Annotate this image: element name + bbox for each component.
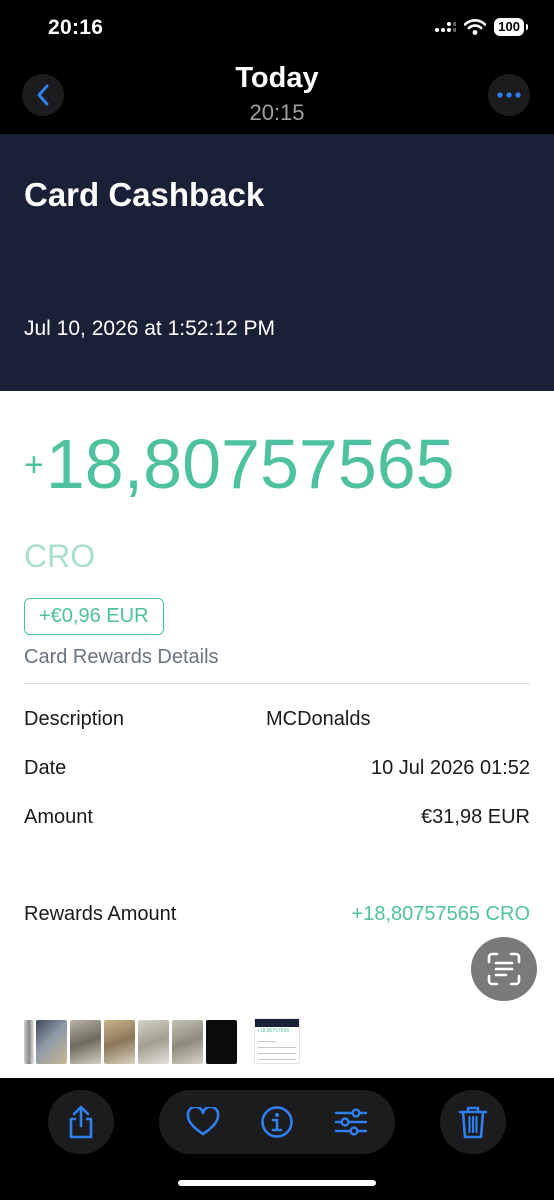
- thumbnail[interactable]: [138, 1020, 169, 1064]
- thumbnail[interactable]: [206, 1020, 237, 1064]
- status-time: 20:16: [48, 16, 104, 39]
- thumbnail[interactable]: [24, 1020, 34, 1064]
- thumbnail-preview-amount: +18,80757565: [257, 1028, 290, 1034]
- fiat-value-badge: +€0,96 EUR: [24, 598, 164, 635]
- thumbnail-preview-line: [258, 1041, 276, 1042]
- wifi-icon: [464, 19, 487, 35]
- detail-value: 10 Jul 2026 01:52: [370, 757, 530, 779]
- ellipsis-icon: [497, 92, 521, 98]
- divider: [24, 683, 530, 684]
- header-title: Today: [235, 62, 319, 94]
- reward-amount: + 18,80757565: [24, 424, 455, 504]
- receipt-datetime: Jul 10, 2026 at 1:52:12 PM: [24, 317, 276, 340]
- live-text-scan-icon: [487, 952, 521, 986]
- detail-label: Rewards Amount: [24, 903, 177, 925]
- thumbnail-preview-line: [258, 1053, 296, 1054]
- thumbnail-selected[interactable]: +18,80757565: [254, 1018, 300, 1064]
- thumbnail-preview-line: [258, 1059, 296, 1060]
- detail-value: MCDonalds: [266, 708, 371, 730]
- thumbnail-preview-header: [255, 1019, 299, 1027]
- card-rewards-details-link: Card Rewards Details: [24, 646, 219, 668]
- more-options-button[interactable]: [488, 74, 530, 116]
- receipt-title: Card Cashback: [24, 176, 265, 213]
- live-text-button[interactable]: [471, 937, 537, 1001]
- trash-icon: [458, 1106, 488, 1139]
- adjust-icon: [334, 1108, 368, 1136]
- detail-label: Description: [24, 708, 125, 730]
- battery-indicator: 100: [494, 18, 528, 36]
- photo-actions-group: [159, 1090, 395, 1154]
- cellular-signal-icon: [435, 22, 457, 32]
- info-button[interactable]: [247, 1090, 307, 1154]
- favorite-button[interactable]: [173, 1090, 233, 1154]
- heart-icon: [186, 1107, 220, 1136]
- detail-label: Amount: [24, 806, 93, 828]
- thumbnail[interactable]: [104, 1020, 135, 1064]
- thumbnail[interactable]: [70, 1020, 101, 1064]
- adjust-button[interactable]: [321, 1090, 381, 1154]
- photo-view[interactable]: Card Cashback Jul 10, 2026 at 1:52:12 PM…: [0, 134, 554, 1078]
- info-icon: [261, 1106, 293, 1138]
- thumbnail-strip: +18,80757565: [0, 1018, 554, 1066]
- header-subtitle: 20:15: [249, 100, 305, 125]
- delete-button[interactable]: [440, 1090, 506, 1154]
- share-icon: [69, 1105, 93, 1139]
- detail-label: Date: [24, 757, 67, 779]
- thumbnail[interactable]: [36, 1020, 67, 1064]
- thumbnail-preview-line: [258, 1047, 296, 1048]
- thumbnail[interactable]: [172, 1020, 203, 1064]
- receipt-hero: Card Cashback Jul 10, 2026 at 1:52:12 PM: [0, 134, 554, 391]
- home-indicator[interactable]: [178, 1180, 376, 1186]
- detail-value: +18,80757565 CRO: [351, 903, 530, 925]
- amount-value: 18,80757565: [45, 425, 455, 503]
- detail-value: €31,98 EUR: [421, 806, 530, 828]
- status-icons: 100: [434, 18, 528, 36]
- amount-sign: +: [24, 446, 44, 484]
- currency-code: CRO: [24, 538, 96, 574]
- status-bar: 20:16 100: [0, 0, 554, 60]
- photo-header: Today 20:15: [0, 60, 554, 134]
- share-button[interactable]: [48, 1090, 114, 1154]
